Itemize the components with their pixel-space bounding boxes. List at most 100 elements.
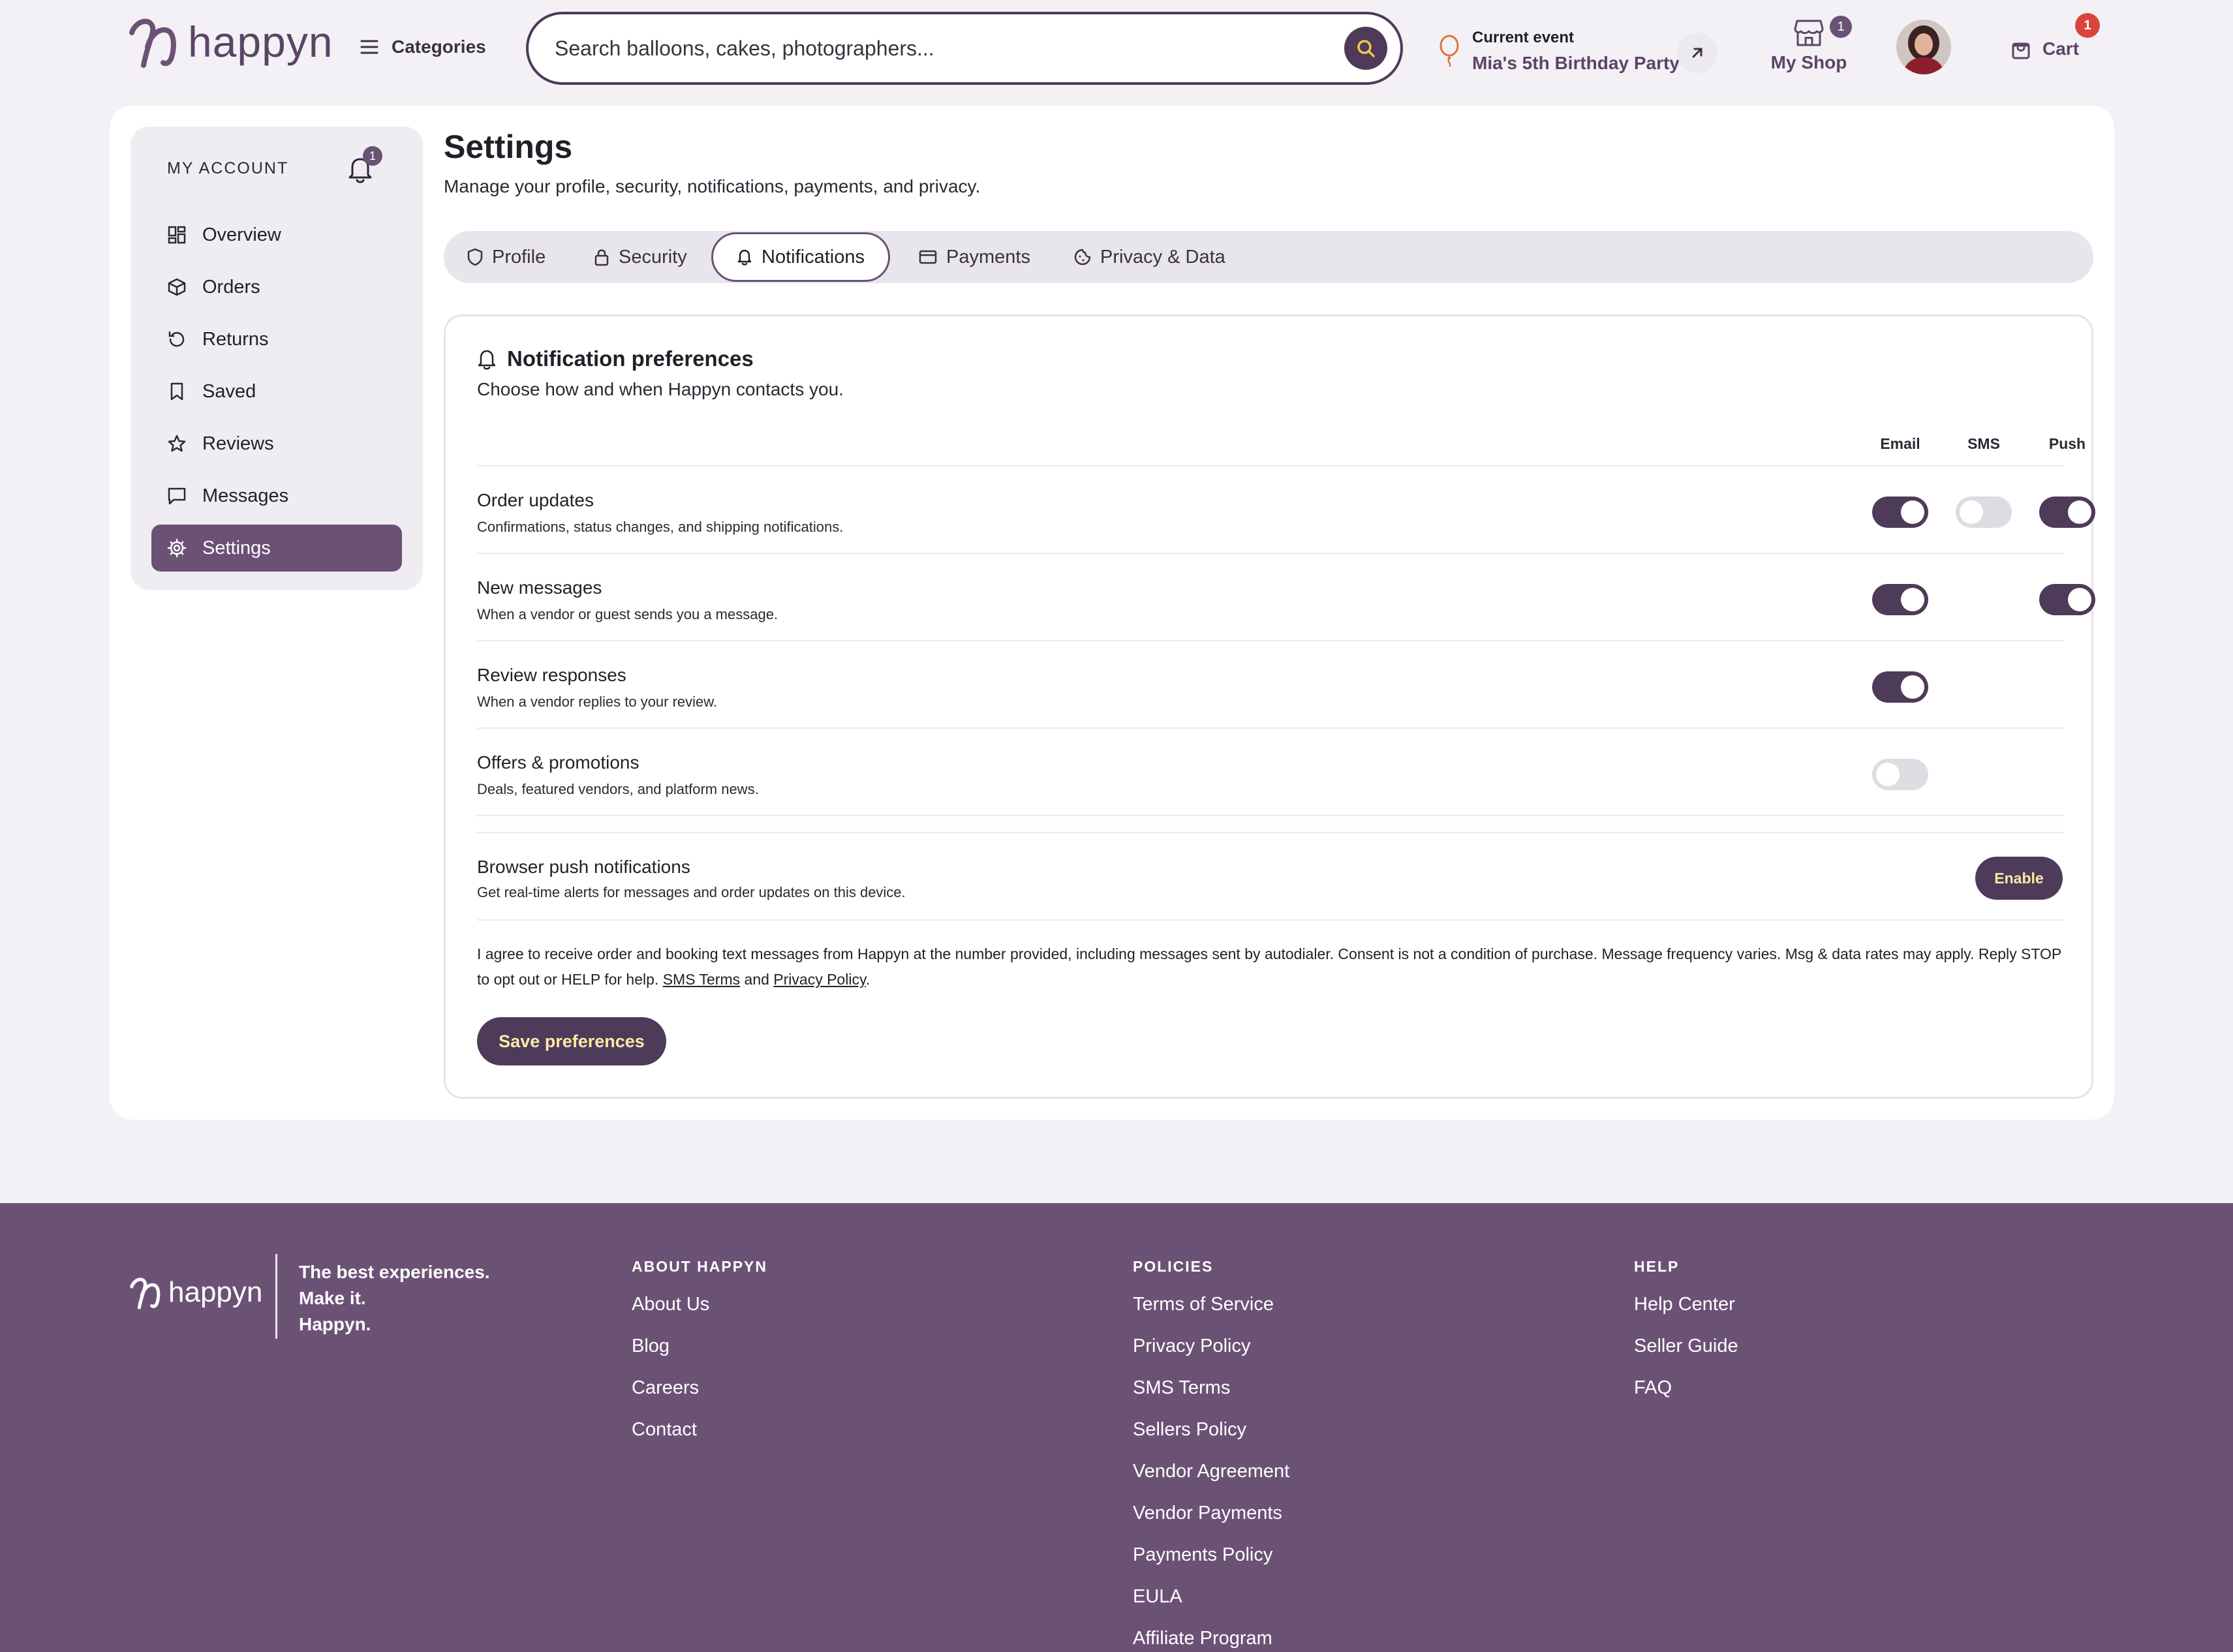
sidebar-item-label: Settings bbox=[202, 537, 271, 558]
footer-link-eula[interactable]: EULA bbox=[1133, 1583, 1289, 1625]
tab-profile[interactable]: Profile bbox=[467, 231, 546, 283]
cart-label: Cart bbox=[2042, 38, 2080, 59]
footer-link-payments-policy[interactable]: Payments Policy bbox=[1133, 1542, 1289, 1583]
notifications-bell-button[interactable]: 1 bbox=[347, 146, 382, 184]
balloon-icon bbox=[1440, 35, 1459, 67]
footer-link-help-center[interactable]: Help Center bbox=[1634, 1291, 1738, 1333]
cookie-icon bbox=[1074, 249, 1091, 266]
my-shop-button[interactable]: My Shop 1 bbox=[1770, 16, 1852, 77]
current-event[interactable]: Current event Mia's 5th Birthday Party bbox=[1438, 20, 1719, 82]
tab-privacy-data[interactable]: Privacy & Data bbox=[1074, 231, 1225, 283]
sms-terms-link[interactable]: SMS Terms bbox=[663, 971, 740, 988]
my-shop-badge: 1 bbox=[1830, 16, 1852, 38]
tagline-line: Make it. bbox=[299, 1288, 366, 1308]
offers-promotions-email-toggle[interactable] bbox=[1872, 759, 1928, 790]
settings-tabs: Profile Security Notifications Payments … bbox=[444, 231, 2093, 283]
browser-push-desc: Get real-time alerts for messages and or… bbox=[477, 884, 906, 900]
column-push: Push bbox=[2048, 435, 2086, 452]
bell-icon bbox=[478, 350, 496, 370]
footer-link-careers[interactable]: Careers bbox=[632, 1375, 767, 1416]
footer-link-affiliate[interactable]: Affiliate Program bbox=[1133, 1625, 1289, 1652]
tagline-line: The best experiences. bbox=[299, 1262, 490, 1282]
footer-link-privacy[interactable]: Privacy Policy bbox=[1133, 1333, 1289, 1375]
tab-payments[interactable]: Payments bbox=[919, 231, 1030, 283]
row-desc-offers-promotions: Deals, featured vendors, and platform ne… bbox=[477, 781, 759, 797]
package-icon bbox=[168, 278, 186, 296]
order-updates-email-toggle[interactable] bbox=[1872, 497, 1928, 528]
user-photo-icon bbox=[1896, 20, 1951, 74]
sidebar-item-settings[interactable]: Settings bbox=[151, 525, 402, 572]
logo-text: happyn bbox=[188, 18, 333, 66]
card-icon bbox=[919, 250, 937, 264]
row-title-new-messages: New messages bbox=[477, 577, 602, 598]
row-title-order-updates: Order updates bbox=[477, 490, 594, 510]
menu-icon bbox=[360, 40, 378, 54]
footer-logo-text: happyn bbox=[168, 1276, 263, 1308]
bookmark-icon bbox=[170, 382, 183, 401]
lock-icon bbox=[594, 249, 609, 266]
categories-label: Categories bbox=[392, 37, 486, 57]
avatar[interactable] bbox=[1896, 20, 1951, 74]
sidebar-item-returns[interactable]: Returns bbox=[151, 316, 402, 363]
sidebar-item-saved[interactable]: Saved bbox=[151, 368, 402, 415]
new-messages-push-toggle[interactable] bbox=[2039, 584, 2095, 615]
search-bar bbox=[526, 12, 1403, 85]
footer-link-sellers-policy[interactable]: Sellers Policy bbox=[1133, 1416, 1289, 1458]
browser-push-title: Browser push notifications bbox=[477, 857, 690, 877]
consent-and: and bbox=[744, 971, 769, 988]
sidebar-item-messages[interactable]: Messages bbox=[151, 472, 402, 519]
footer-link-contact[interactable]: Contact bbox=[632, 1416, 767, 1458]
footer-logo[interactable]: happyn bbox=[129, 1275, 262, 1310]
privacy-policy-link[interactable]: Privacy Policy bbox=[773, 971, 865, 988]
footer-link-seller-guide[interactable]: Seller Guide bbox=[1634, 1333, 1738, 1375]
row-title-offers-promotions: Offers & promotions bbox=[477, 752, 639, 772]
sidebar-item-label: Saved bbox=[202, 380, 256, 402]
tab-security[interactable]: Security bbox=[594, 231, 687, 283]
order-updates-sms-toggle[interactable] bbox=[1956, 497, 2012, 528]
tab-label: Security bbox=[619, 246, 687, 268]
sidebar-item-reviews[interactable]: Reviews bbox=[151, 420, 402, 467]
footer-link-sms-terms[interactable]: SMS Terms bbox=[1133, 1375, 1289, 1416]
shield-icon bbox=[467, 248, 483, 266]
chat-icon bbox=[168, 487, 186, 505]
review-responses-email-toggle[interactable] bbox=[1872, 671, 1928, 703]
tab-label: Notifications bbox=[762, 246, 865, 268]
order-updates-push-toggle[interactable] bbox=[2039, 497, 2095, 528]
footer-tagline: The best experiences. Make it. Happyn. bbox=[299, 1259, 490, 1338]
row-desc-order-updates: Confirmations, status changes, and shipp… bbox=[477, 519, 844, 535]
footer-link-terms[interactable]: Terms of Service bbox=[1133, 1291, 1289, 1333]
column-sms: SMS bbox=[1967, 435, 2000, 452]
divider bbox=[477, 832, 2064, 833]
shop-icon bbox=[1794, 20, 1824, 46]
sidebar-item-label: Reviews bbox=[202, 433, 274, 454]
enable-push-button[interactable]: Enable bbox=[1975, 857, 2063, 900]
categories-button[interactable]: Categories bbox=[360, 29, 486, 65]
footer-link-vendor-payments[interactable]: Vendor Payments bbox=[1133, 1500, 1289, 1542]
panel-heading: Notification preferences bbox=[477, 346, 754, 371]
arrow-up-right-icon bbox=[1692, 48, 1702, 58]
grid-icon bbox=[168, 226, 186, 244]
my-shop-label: My Shop bbox=[1770, 52, 1847, 72]
sidebar-item-orders[interactable]: Orders bbox=[151, 264, 402, 311]
new-messages-email-toggle[interactable] bbox=[1872, 584, 1928, 615]
happyn-logo-mark-icon bbox=[130, 1277, 161, 1309]
search-input[interactable] bbox=[555, 36, 1344, 61]
notification-preferences-panel: Notification preferences Choose how and … bbox=[444, 314, 2095, 1099]
open-event-button[interactable] bbox=[1677, 33, 1717, 73]
divider bbox=[477, 815, 2064, 816]
current-event-name: Mia's 5th Birthday Party bbox=[1472, 52, 1680, 73]
footer-link-vendor-agreement[interactable]: Vendor Agreement bbox=[1133, 1458, 1289, 1500]
tagline-line: Happyn. bbox=[299, 1314, 371, 1334]
happyn-logo[interactable]: happyn bbox=[128, 14, 333, 69]
sidebar-item-overview[interactable]: Overview bbox=[151, 211, 402, 258]
footer-link-blog[interactable]: Blog bbox=[632, 1333, 767, 1375]
footer-link-about-us[interactable]: About Us bbox=[632, 1291, 767, 1333]
footer-link-faq[interactable]: FAQ bbox=[1634, 1375, 1738, 1416]
row-title-review-responses: Review responses bbox=[477, 665, 626, 685]
sms-consent-text: I agree to receive order and booking tex… bbox=[477, 945, 2061, 988]
tab-notifications[interactable]: Notifications bbox=[711, 232, 890, 282]
cart-button[interactable]: Cart 1 bbox=[2011, 13, 2100, 65]
page-title: Settings bbox=[444, 129, 573, 165]
save-preferences-button[interactable]: Save preferences bbox=[477, 1017, 666, 1065]
search-button[interactable] bbox=[1344, 27, 1387, 70]
